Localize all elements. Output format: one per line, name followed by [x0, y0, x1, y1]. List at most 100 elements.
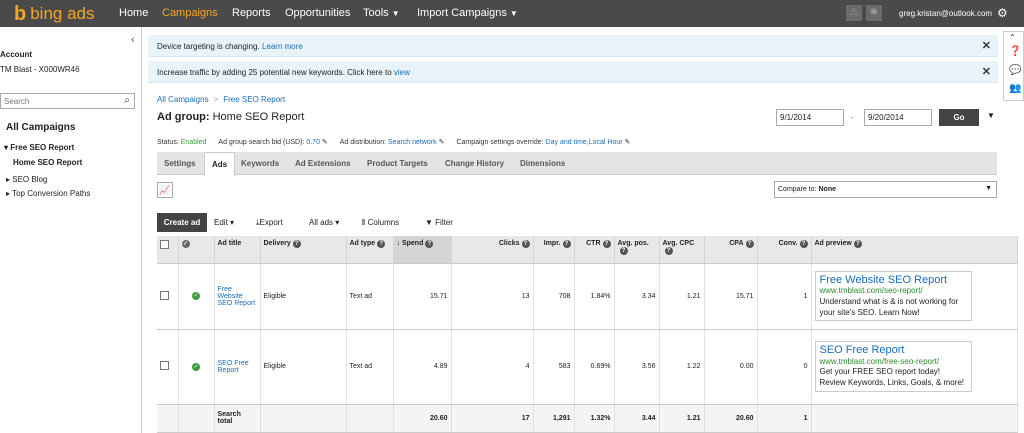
row-select-cell	[157, 263, 179, 330]
tree-campaign-free-seo-report[interactable]: ▾ Free SEO Report	[4, 143, 74, 152]
nav-home[interactable]: Home	[119, 7, 148, 19]
tab-settings[interactable]: Settings	[157, 152, 203, 175]
sidebar-search-input[interactable]: Search ⌕	[0, 93, 135, 109]
col-avg-pos[interactable]: Avg. pos.?	[614, 236, 660, 264]
row-checkbox[interactable]	[160, 361, 169, 370]
help-icon[interactable]: ?	[562, 240, 571, 248]
compare-to-dropdown[interactable]: Compare to: None ▼	[774, 181, 997, 198]
nav-reports[interactable]: Reports	[232, 7, 271, 19]
chat-icon[interactable]: 💬	[1009, 65, 1021, 76]
col-impr[interactable]: Impr.?	[533, 236, 575, 264]
expand-down-icon[interactable]: ▾	[4, 143, 8, 152]
edit-pencil-icon[interactable]: ✎	[322, 139, 328, 146]
col-conv[interactable]: Conv.?	[757, 236, 812, 264]
nav-opportunities[interactable]: Opportunities	[285, 7, 350, 19]
expand-right-icon[interactable]: ▸	[6, 189, 10, 198]
edit-pencil-icon[interactable]: ✎	[625, 139, 631, 146]
tab-keywords[interactable]: Keywords	[234, 152, 286, 175]
go-button[interactable]: Go	[939, 109, 979, 126]
override-value[interactable]: Day and time,Local Hour	[546, 139, 623, 146]
help-icon[interactable]: ?	[799, 240, 808, 248]
close-icon[interactable]: ✕	[982, 65, 991, 78]
expand-right-icon[interactable]: ▸	[6, 175, 10, 184]
edit-dropdown[interactable]: Edit ▾	[214, 218, 234, 227]
help-icon[interactable]: ?	[619, 247, 628, 255]
conv-cell: 1	[757, 263, 812, 330]
distribution-value[interactable]: Search network	[388, 139, 437, 146]
col-spend[interactable]: ↓ Spend?	[393, 236, 452, 264]
col-delivery[interactable]: Delivery?	[260, 236, 347, 264]
tree-adgroup-home-seo-report[interactable]: Home SEO Report	[13, 158, 82, 167]
tab-product-targets[interactable]: Product Targets	[360, 152, 435, 175]
col-ad-title[interactable]: Ad title	[214, 236, 261, 264]
help-icon[interactable]: ?	[521, 240, 530, 248]
col-ctr[interactable]: CTR?	[574, 236, 615, 264]
help-icon[interactable]: ?	[292, 240, 301, 248]
alert-icon[interactable]: ⚠	[846, 5, 862, 21]
help-icon[interactable]: ?	[745, 240, 754, 248]
all-ads-dropdown[interactable]: All ads ▾	[309, 218, 339, 227]
close-icon[interactable]: ✕	[982, 39, 991, 52]
tree-campaign-seo-blog[interactable]: ▸ SEO Blog	[6, 175, 47, 184]
keywords-banner: Increase traffic by adding 25 potential …	[148, 61, 998, 83]
ad-title-link[interactable]: SEO Free Report	[214, 329, 261, 405]
edit-pencil-icon[interactable]: ✎	[439, 139, 445, 146]
total-row: Search total 20.60 17 1,291 1.32% 3.44 1…	[157, 404, 1018, 433]
tab-change-history[interactable]: Change History	[438, 152, 511, 175]
tab-ad-extensions[interactable]: Ad Extensions	[288, 152, 358, 175]
enabled-check-icon: ✓	[192, 292, 200, 300]
collapse-sidebar-icon[interactable]: ‹	[131, 34, 135, 46]
help-icon[interactable]: ?	[602, 240, 611, 248]
filter-button[interactable]: ▼ Filter	[425, 218, 453, 227]
view-link[interactable]: view	[394, 68, 410, 77]
help-icon[interactable]: ?	[664, 247, 673, 255]
select-all-header[interactable]	[157, 236, 179, 264]
columns-button[interactable]: ⫴ Columns	[362, 218, 399, 228]
col-ad-type[interactable]: Ad type?	[346, 236, 394, 264]
search-icon[interactable]: ⌕	[124, 95, 130, 106]
col-ad-preview: Ad preview?	[811, 236, 1018, 264]
nav-campaigns[interactable]: Campaigns	[162, 7, 218, 19]
breadcrumb-campaign[interactable]: Free SEO Report	[223, 95, 285, 104]
bing-ads-logo[interactable]: b bing ads	[14, 3, 95, 24]
help-icon[interactable]: ?	[853, 240, 862, 248]
col-clicks[interactable]: Clicks?	[451, 236, 534, 264]
breadcrumb-all-campaigns[interactable]: All Campaigns	[157, 95, 209, 104]
learn-more-link[interactable]: Learn more	[262, 42, 303, 51]
collapse-up-icon[interactable]: ⌃	[1009, 33, 1016, 42]
end-date-input[interactable]: 9/20/2014	[864, 109, 932, 126]
ad-title-link[interactable]: Free Website SEO Report	[214, 263, 261, 330]
top-nav: b bing ads Home Campaigns Reports Opport…	[0, 0, 1024, 27]
preview-description: Understand what is & is not working for …	[819, 296, 959, 317]
nav-import-campaigns[interactable]: Import Campaigns ▼	[417, 7, 518, 19]
col-cpa[interactable]: CPA?	[704, 236, 758, 264]
start-date-input[interactable]: 9/1/2014	[776, 109, 844, 126]
title-label: Ad group:	[157, 111, 210, 123]
tab-ads[interactable]: Ads	[204, 152, 236, 176]
tree-campaign-top-conversion-paths[interactable]: ▸ Top Conversion Paths	[6, 189, 90, 198]
ad-preview-cell: Free Website SEO Report www.tmblast.com/…	[811, 263, 1018, 330]
row-checkbox[interactable]	[160, 290, 169, 300]
col-avg-cpc[interactable]: Avg. CPC?	[659, 236, 705, 264]
export-button[interactable]: ⤓Export	[256, 218, 283, 228]
all-campaigns-link[interactable]: All Campaigns	[6, 122, 75, 133]
chart-toggle-icon[interactable]: 📈	[157, 182, 173, 198]
total-empty-cell	[178, 404, 215, 433]
help-icon[interactable]: ❓	[1009, 46, 1021, 57]
nav-tools[interactable]: Tools ▼	[363, 7, 400, 19]
help-icon[interactable]: ?	[377, 240, 386, 248]
search-placeholder: Search	[4, 97, 30, 106]
date-range-dropdown-icon[interactable]: ▼	[987, 111, 995, 120]
gear-icon[interactable]: ⚙	[997, 6, 1008, 20]
spend-cell: 15.71	[393, 263, 452, 330]
people-icon[interactable]: 👥	[1009, 83, 1021, 94]
notification-icon[interactable]: ✱	[866, 5, 882, 21]
create-ad-button[interactable]: Create ad	[157, 213, 207, 232]
bid-value[interactable]: 0.70	[306, 139, 320, 146]
help-icon[interactable]: ?	[425, 240, 434, 248]
select-all-checkbox[interactable]	[160, 240, 169, 249]
chevron-down-icon: ▼	[391, 9, 400, 18]
override-label: Campaign settings override:	[456, 139, 544, 146]
tab-dimensions[interactable]: Dimensions	[513, 152, 572, 175]
user-email[interactable]: greg.kristan@outlook.com	[899, 9, 992, 18]
